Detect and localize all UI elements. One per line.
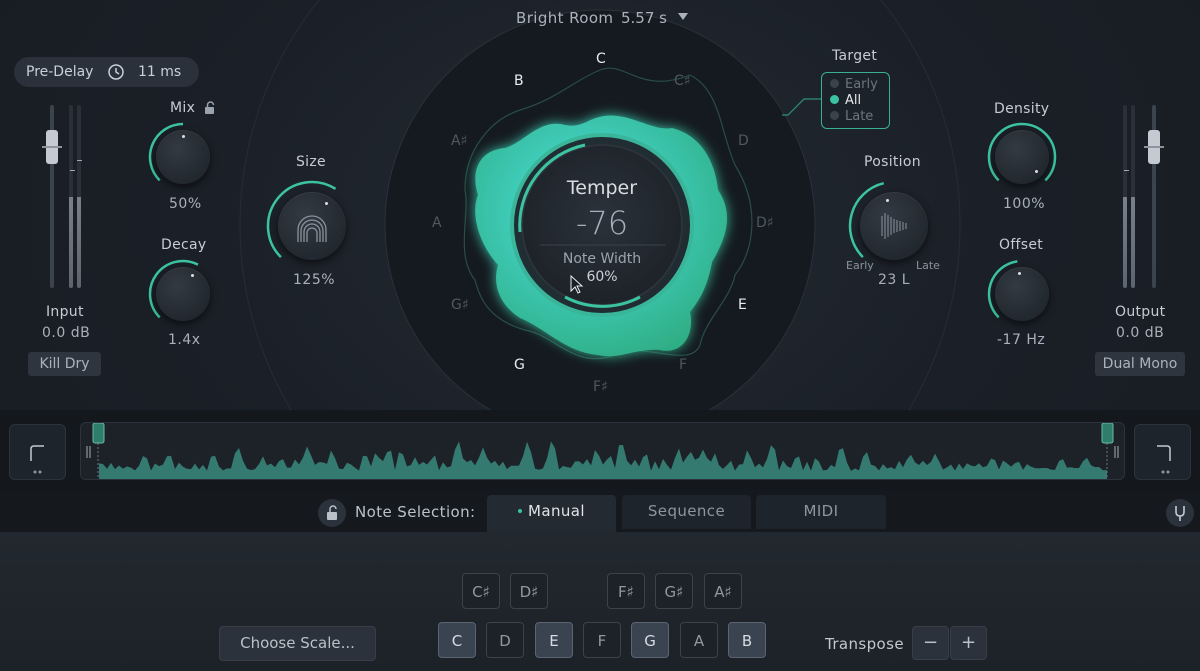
transpose-down-button[interactable]: − <box>912 626 949 660</box>
note-label-b[interactable]: B <box>514 73 524 89</box>
waveform-display[interactable] <box>80 422 1125 480</box>
range-end-handle <box>1101 423 1114 444</box>
tab-manual[interactable]: Manual <box>487 495 616 533</box>
unlock-icon <box>327 505 337 520</box>
note-width-label: Note Width <box>562 251 642 267</box>
key-f-sharp[interactable]: F♯ <box>607 573 645 609</box>
key-g-sharp[interactable]: G♯ <box>655 573 693 609</box>
key-d[interactable]: D <box>486 622 524 658</box>
note-label-c[interactable]: C <box>596 51 606 67</box>
note-label-e[interactable]: E <box>738 297 747 313</box>
range-start-handle <box>92 423 105 444</box>
key-b[interactable]: B <box>728 622 766 658</box>
high-cut-button[interactable] <box>1134 424 1191 480</box>
tuning-fork-icon <box>1175 506 1185 521</box>
note-label-g-sharp[interactable]: G♯ <box>451 297 469 313</box>
note-label-a[interactable]: A <box>432 215 442 231</box>
note-label-d[interactable]: D <box>738 133 749 149</box>
tab-sequence[interactable]: Sequence <box>622 495 751 529</box>
note-label-g[interactable]: G <box>514 357 525 373</box>
note-label-c-sharp[interactable]: C♯ <box>674 73 691 89</box>
high-pass-filter-icon <box>30 445 44 474</box>
choose-scale-button[interactable]: Choose Scale... <box>219 626 376 661</box>
note-selection-label: Note Selection: <box>355 503 476 521</box>
note-label-d-sharp[interactable]: D♯ <box>756 215 774 231</box>
key-g[interactable]: G <box>631 622 669 658</box>
key-e[interactable]: E <box>535 622 573 658</box>
low-cut-button[interactable] <box>9 424 66 480</box>
temper-title: Temper <box>566 177 638 199</box>
key-c-sharp[interactable]: C♯ <box>462 573 500 609</box>
key-c[interactable]: C <box>438 622 476 658</box>
note-label-f-sharp[interactable]: F♯ <box>593 379 608 395</box>
transpose-up-button[interactable]: + <box>950 626 987 660</box>
tuning-fork-button[interactable] <box>1166 499 1194 527</box>
note-label-a-sharp[interactable]: A♯ <box>451 133 467 149</box>
note-label-f[interactable]: F <box>679 357 687 373</box>
key-a[interactable]: A <box>680 622 718 658</box>
plugin-window: Bright Room 5.57 s Pre-Delay 11 ms Input… <box>0 0 1200 671</box>
low-pass-filter-icon <box>1157 445 1171 474</box>
key-d-sharp[interactable]: D♯ <box>510 573 548 609</box>
tab-midi[interactable]: MIDI <box>756 495 886 529</box>
key-f[interactable]: F <box>583 622 621 658</box>
note-lock-button[interactable] <box>318 499 346 527</box>
active-tab-dot <box>518 509 523 513</box>
transpose-label: Transpose <box>825 635 904 653</box>
key-a-sharp[interactable]: A♯ <box>704 573 742 609</box>
note-width-value[interactable]: 60% <box>572 269 632 285</box>
waveform <box>99 441 1107 479</box>
temper-value[interactable]: -76 <box>552 204 652 242</box>
